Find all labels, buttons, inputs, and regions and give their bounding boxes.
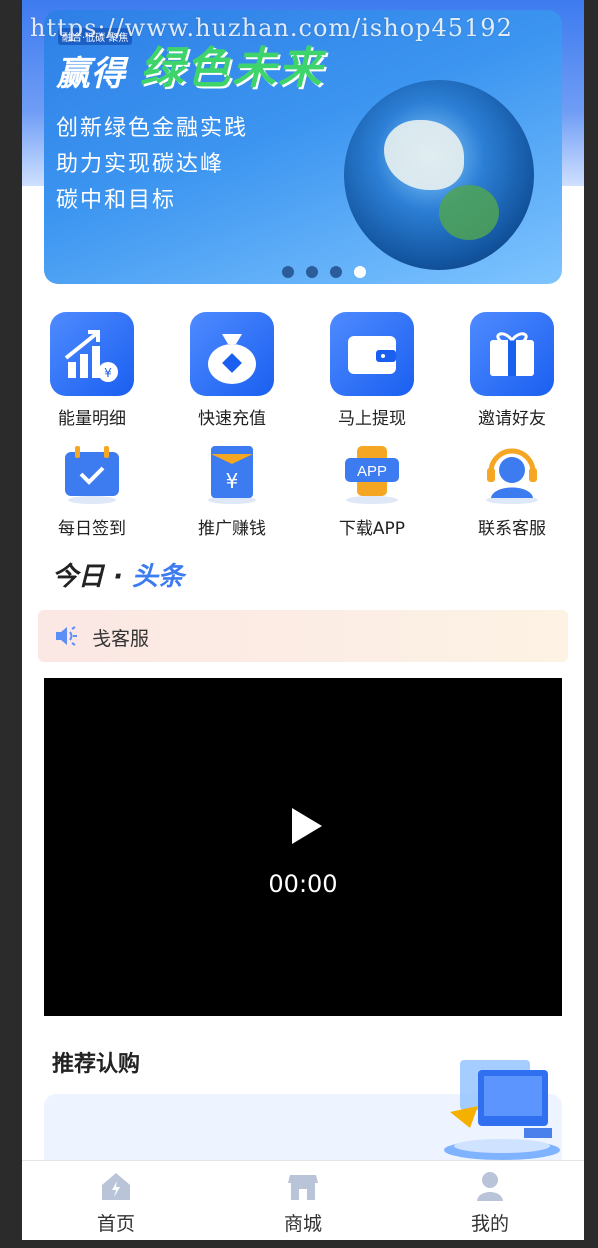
- carousel-dot[interactable]: [282, 266, 294, 278]
- carousel-dot[interactable]: [306, 266, 318, 278]
- app-screen: 融合·低碳·聚焦 赢得 绿色未来 创新绿色金融实践 助力实现碳达峰 碳中和目标 …: [22, 0, 584, 1240]
- tab-label: 我的: [470, 1213, 509, 1235]
- menu-daily-checkin[interactable]: 每日签到: [22, 444, 162, 539]
- svg-text:APP: APP: [357, 463, 387, 480]
- menu-label: 每日签到: [58, 519, 126, 539]
- tab-shop[interactable]: 商城: [243, 1169, 363, 1236]
- menu-energy-detail[interactable]: ¥ 能量明细: [22, 312, 162, 429]
- menu-label: 马上提现: [338, 409, 406, 429]
- menu-label: 邀请好友: [478, 409, 546, 429]
- money-bag-icon: [190, 312, 274, 396]
- video-time: 00:00: [268, 870, 338, 898]
- headline-part-1: 今日: [52, 562, 105, 592]
- home-icon: [99, 1169, 133, 1203]
- headset-icon: [481, 444, 543, 506]
- banner-line-1: 创新绿色金融实践: [56, 116, 249, 141]
- notice-bar[interactable]: 戋客服: [38, 610, 568, 662]
- svg-text:¥: ¥: [226, 469, 239, 493]
- menu-promote-earn[interactable]: ¥ 推广赚钱: [162, 444, 302, 539]
- menu-label: 下载APP: [338, 519, 406, 539]
- chart-money-icon: ¥: [50, 312, 134, 396]
- app-download-icon: APP: [341, 444, 403, 506]
- banner-line-3: 碳中和目标: [56, 188, 177, 213]
- carousel-dot-active[interactable]: [354, 266, 366, 278]
- calendar-check-icon: [61, 444, 123, 506]
- banner-line-2: 助力实现碳达峰: [56, 152, 225, 177]
- svg-text:¥: ¥: [104, 366, 112, 380]
- menu-label: 快速充值: [198, 409, 266, 429]
- gift-icon: [470, 312, 554, 396]
- carousel-dot[interactable]: [330, 266, 342, 278]
- notice-text: 戋客服: [92, 628, 150, 650]
- menu-label: 联系客服: [478, 519, 546, 539]
- menu-label: 推广赚钱: [198, 519, 266, 539]
- play-icon[interactable]: [286, 806, 326, 846]
- tab-mine[interactable]: 我的: [430, 1169, 550, 1236]
- earth-globe-image: [344, 80, 534, 270]
- speaker-icon: [54, 624, 78, 648]
- shop-icon: [286, 1169, 320, 1203]
- section-title-recommend: 推荐认购: [52, 1052, 141, 1077]
- menu-withdraw[interactable]: 马上提现: [302, 312, 442, 429]
- watermark-url: https://www.huzhan.com/ishop45192: [30, 14, 513, 42]
- user-icon: [473, 1169, 507, 1203]
- yen-envelope-icon: ¥: [201, 444, 263, 506]
- carousel-indicator: [282, 266, 366, 278]
- menu-contact-service[interactable]: 联系客服: [442, 444, 582, 539]
- banner-headline-white: 赢得: [56, 54, 126, 94]
- menu-quick-recharge[interactable]: 快速充值: [162, 312, 302, 429]
- menu-invite-friends[interactable]: 邀请好友: [442, 312, 582, 429]
- video-player[interactable]: 00:00: [44, 678, 562, 1016]
- menu-download-app[interactable]: APP 下载APP: [302, 444, 442, 539]
- monitor-illustration-icon: [440, 1056, 564, 1160]
- wallet-icon: [330, 312, 414, 396]
- tab-home[interactable]: 首页: [56, 1169, 176, 1236]
- bottom-tab-bar: 首页 商城 我的: [22, 1160, 584, 1240]
- menu-label: 能量明细: [58, 409, 126, 429]
- tab-label: 商城: [283, 1213, 322, 1235]
- tab-label: 首页: [96, 1213, 135, 1235]
- headline-dot: ·: [113, 562, 123, 592]
- banner-carousel[interactable]: 融合·低碳·聚焦 赢得 绿色未来 创新绿色金融实践 助力实现碳达峰 碳中和目标: [44, 10, 562, 284]
- headline-part-2: 头条: [132, 562, 185, 592]
- today-headlines-logo: 今日 · 头条: [52, 556, 184, 593]
